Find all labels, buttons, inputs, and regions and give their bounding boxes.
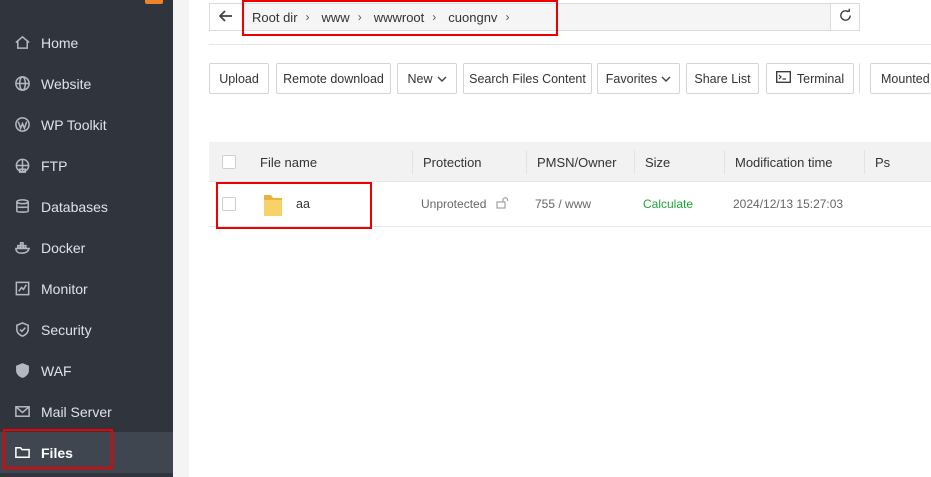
monitor-icon xyxy=(13,280,31,298)
share-list-button[interactable]: Share List xyxy=(686,63,759,94)
column-divider xyxy=(634,150,635,174)
refresh-button[interactable] xyxy=(830,3,860,31)
highlight-box-path xyxy=(242,0,558,36)
column-header-size[interactable]: Size xyxy=(645,142,670,182)
sidebar-item-monitor[interactable]: Monitor xyxy=(0,268,173,309)
sidebar-item-website[interactable]: Website xyxy=(0,63,173,104)
back-button[interactable] xyxy=(209,3,243,31)
column-header-permission-owner[interactable]: PMSN/Owner xyxy=(537,142,616,182)
calculate-size-link[interactable]: Calculate xyxy=(643,182,693,226)
home-icon xyxy=(13,34,31,52)
sidebar-item-waf[interactable]: WAF xyxy=(0,350,173,391)
column-divider xyxy=(724,150,725,174)
column-header-ps[interactable]: Ps xyxy=(875,142,890,182)
arrow-left-icon xyxy=(218,9,233,25)
permission-owner[interactable]: 755 / www xyxy=(535,182,591,226)
sidebar-item-label: Docker xyxy=(41,239,86,256)
sidebar-item-label: Home xyxy=(41,34,79,51)
upload-button[interactable]: Upload xyxy=(209,63,269,94)
protection-status[interactable]: Unprotected xyxy=(421,182,486,226)
column-divider xyxy=(526,150,527,174)
unlock-icon[interactable] xyxy=(496,197,509,212)
remote-download-button[interactable]: Remote download xyxy=(276,63,391,94)
shield-icon xyxy=(13,321,31,339)
highlight-box-files xyxy=(3,429,113,469)
toolbar-separator xyxy=(859,63,860,94)
modification-time: 2024/12/13 15:27:03 xyxy=(733,197,844,211)
search-files-content-button[interactable]: Search Files Content xyxy=(463,63,592,94)
waf-shield-icon xyxy=(13,362,31,380)
ftp-icon xyxy=(13,157,31,175)
chevron-down-icon xyxy=(661,72,671,86)
select-all-checkbox[interactable] xyxy=(222,155,236,169)
mounted-button[interactable]: Mounted xyxy=(870,63,931,94)
sidebar-item-label: Mail Server xyxy=(41,403,112,420)
notification-badge[interactable] xyxy=(145,0,163,4)
refresh-icon xyxy=(838,8,853,26)
column-header-modification-time[interactable]: Modification time xyxy=(735,142,833,182)
mail-icon xyxy=(13,403,31,421)
sidebar-item-wp-toolkit[interactable]: WP Toolkit xyxy=(0,104,173,145)
sidebar-item-security[interactable]: Security xyxy=(0,309,173,350)
wordpress-icon xyxy=(13,116,31,134)
column-divider xyxy=(412,150,413,174)
sidebar-item-mail-server[interactable]: Mail Server xyxy=(0,391,173,432)
sidebar-item-label: WAF xyxy=(41,362,72,379)
sidebar-item-ftp[interactable]: FTP xyxy=(0,145,173,186)
sidebar-item-label: Security xyxy=(41,321,92,338)
sidebar-item-docker[interactable]: Docker xyxy=(0,227,173,268)
database-icon xyxy=(13,198,31,216)
globe-icon xyxy=(13,75,31,93)
favorites-dropdown-button[interactable]: Favorites xyxy=(597,63,680,94)
highlight-box-folder xyxy=(216,182,372,229)
sidebar-item-label: Monitor xyxy=(41,280,88,297)
chevron-down-icon xyxy=(437,72,447,86)
file-table-header: File name Protection PMSN/Owner Size Mod… xyxy=(209,142,931,182)
column-header-protection[interactable]: Protection xyxy=(423,142,482,182)
sidebar-item-label: WP Toolkit xyxy=(41,116,107,133)
divider xyxy=(209,44,931,45)
docker-icon xyxy=(13,239,31,257)
column-header-file-name[interactable]: File name xyxy=(260,142,317,182)
column-divider xyxy=(864,150,865,174)
sidebar: Home Website WP Toolkit FTP Databases Do… xyxy=(0,0,173,477)
terminal-button[interactable]: Terminal xyxy=(766,63,854,94)
terminal-icon xyxy=(775,71,791,86)
terminal-label: Terminal xyxy=(796,71,845,86)
sidebar-item-label: FTP xyxy=(41,157,68,174)
sidebar-item-label: Databases xyxy=(41,198,108,215)
sidebar-item-label: Website xyxy=(41,75,92,92)
favorites-label: Favorites xyxy=(605,71,658,86)
new-label: New xyxy=(407,71,433,86)
new-dropdown-button[interactable]: New xyxy=(397,63,457,94)
sidebar-item-databases[interactable]: Databases xyxy=(0,186,173,227)
brand xyxy=(0,0,173,6)
sidebar-item-home[interactable]: Home xyxy=(0,22,173,63)
